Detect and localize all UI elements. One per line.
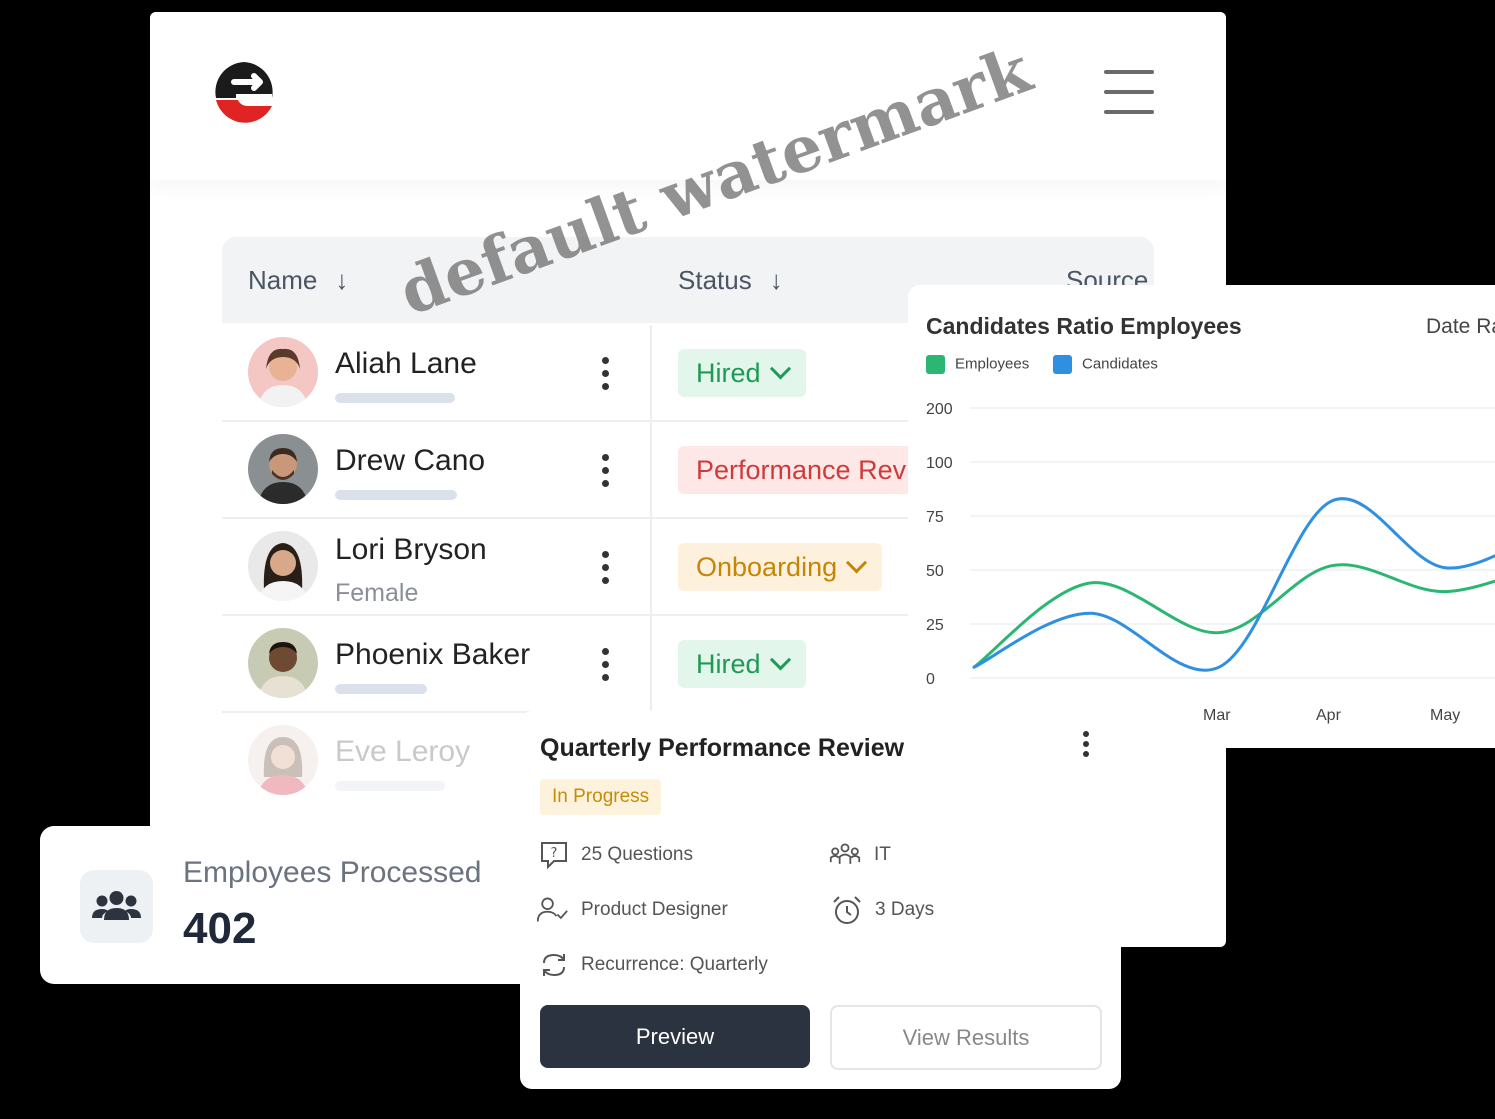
status-badge[interactable]: Hired <box>678 349 806 397</box>
placeholder-bar <box>335 684 427 694</box>
person-name: Lori Bryson <box>335 533 487 566</box>
preview-button[interactable]: Preview <box>540 1005 810 1068</box>
view-results-button[interactable]: View Results <box>830 1005 1102 1070</box>
duration-label: 3 Days <box>875 899 935 920</box>
y-tick-label: 200 <box>926 401 953 418</box>
recurrence-icon <box>543 953 565 977</box>
avatar <box>248 628 318 698</box>
placeholder-bar <box>335 490 457 500</box>
status-badge: In Progress <box>540 779 662 815</box>
column-label: Status <box>678 265 752 295</box>
role-label: Product Designer <box>581 899 728 920</box>
series-line-employees <box>972 563 1495 669</box>
chevron-down-icon <box>846 552 868 574</box>
brand-logo[interactable] <box>208 56 280 128</box>
more-options-icon[interactable] <box>598 355 612 393</box>
avatar <box>248 531 318 601</box>
status-badge[interactable]: Onboarding <box>678 543 883 591</box>
question-icon: ? <box>541 842 567 870</box>
y-tick-label: 100 <box>926 455 953 472</box>
avatar <box>248 434 318 504</box>
user-check-icon <box>536 897 568 922</box>
y-tick-label: 0 <box>926 671 935 688</box>
alarm-clock-icon <box>833 896 861 924</box>
avatar <box>248 337 318 407</box>
hamburger-menu-icon[interactable] <box>1102 70 1158 114</box>
arrow-down-icon: ↓ <box>335 265 349 295</box>
person-name: Eve Leroy <box>335 735 471 768</box>
chevron-down-icon <box>769 358 791 380</box>
app-header <box>150 12 1226 180</box>
person-subtitle: Female <box>335 579 419 607</box>
chevron-down-icon <box>769 649 791 671</box>
more-options-icon[interactable] <box>598 452 612 490</box>
placeholder-bar <box>335 781 445 791</box>
status-label: Onboarding <box>696 552 838 582</box>
x-tick-label: Mar <box>1203 707 1231 724</box>
department-label: IT <box>874 844 891 865</box>
users-group-icon <box>80 870 153 943</box>
y-tick-label: 75 <box>926 509 944 526</box>
svg-text:?: ? <box>551 846 558 861</box>
person-name: Phoenix Baker <box>335 638 531 671</box>
line-chart: 200 100 75 50 25 0 Mar Apr May <box>926 401 1495 724</box>
employees-processed-label: Employees Processed <box>183 856 482 889</box>
y-tick-label: 50 <box>926 563 944 580</box>
status-label: Performance Rev <box>696 455 907 485</box>
y-tick-label: 25 <box>926 617 944 634</box>
questions-count: 25 Questions <box>581 844 693 865</box>
recurrence-label: Recurrence: Quarterly <box>581 954 768 975</box>
avatar <box>248 725 318 795</box>
status-badge[interactable]: Performance Rev <box>678 446 925 494</box>
column-header-name[interactable]: Name ↓ <box>248 265 348 296</box>
review-card: Quarterly Performance Review In Progress… <box>520 711 1121 1089</box>
department-icon <box>829 843 861 864</box>
review-title: Quarterly Performance Review <box>540 734 905 762</box>
column-header-status[interactable]: Status ↓ <box>678 265 783 296</box>
x-tick-label: Apr <box>1316 707 1342 724</box>
placeholder-bar <box>335 393 455 403</box>
employees-processed-value: 402 <box>183 904 257 953</box>
x-tick-label: May <box>1430 707 1460 724</box>
employees-processed-card: Employees Processed 402 <box>40 826 600 984</box>
more-options-icon[interactable] <box>598 549 612 587</box>
person-name: Drew Cano <box>335 444 486 477</box>
column-label: Name <box>248 265 318 295</box>
more-options-icon[interactable] <box>1081 731 1091 761</box>
arrow-down-icon: ↓ <box>769 265 783 295</box>
series-line-candidates <box>972 497 1495 672</box>
more-options-icon[interactable] <box>598 646 612 684</box>
chart-card: Candidates Ratio Employees Date Ra Emplo… <box>908 285 1495 748</box>
status-label: Hired <box>696 649 761 679</box>
status-badge[interactable]: Hired <box>678 640 806 688</box>
status-label: Hired <box>696 358 761 388</box>
person-name: Aliah Lane <box>335 347 477 380</box>
